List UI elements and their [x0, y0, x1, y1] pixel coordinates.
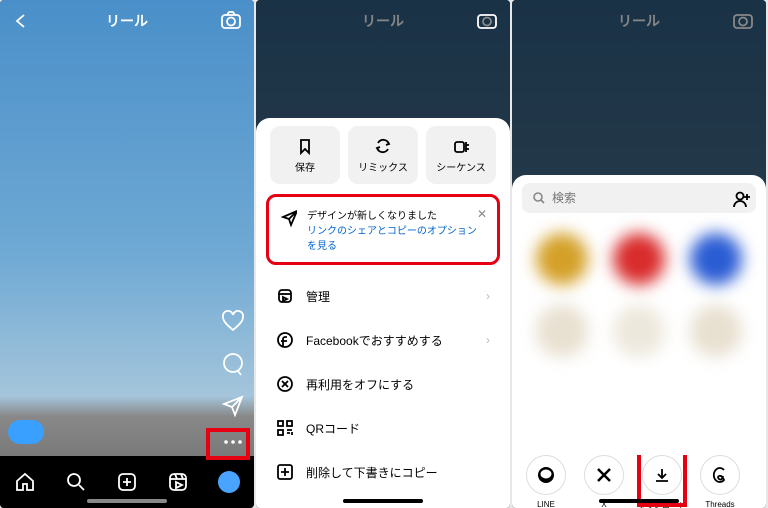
row-label: 削除して下書きにコピー [306, 464, 438, 481]
nav-create[interactable] [116, 471, 138, 493]
camera-button[interactable] [732, 10, 754, 32]
like-button[interactable] [221, 310, 245, 334]
reel-view-screen: リール [0, 0, 254, 508]
search-input[interactable] [552, 191, 746, 205]
nav-profile[interactable] [218, 471, 240, 493]
notice-close-button[interactable]: ✕ [477, 207, 487, 221]
add-people-button[interactable] [732, 189, 752, 209]
back-button[interactable] [12, 12, 30, 30]
share-button[interactable] [221, 394, 245, 418]
page-title: リール [618, 11, 660, 31]
row-label: Facebookでおすすめする [306, 332, 443, 349]
save-button[interactable]: 保存 [270, 126, 340, 184]
page-title: リール [362, 11, 404, 31]
share-whatsapp[interactable]: WhatsA [752, 455, 756, 508]
home-indicator [599, 499, 679, 503]
share-line[interactable]: LINE [520, 455, 572, 508]
comment-button[interactable] [221, 352, 245, 376]
row-manage[interactable]: 管理 › [266, 275, 500, 317]
chevron-right-icon: › [486, 289, 490, 303]
share-threads[interactable]: Threads [694, 455, 746, 508]
share-sheet-screen: リール LINE [512, 0, 766, 508]
row-label: QRコード [306, 420, 360, 437]
camera-button[interactable] [220, 10, 242, 32]
remix-label: リミックス [358, 159, 408, 174]
search-field[interactable] [522, 183, 756, 213]
contacts-grid-blurred [512, 223, 766, 443]
share-bottom-sheet: LINE X ダウンロード Threads WhatsA [512, 175, 766, 508]
share-notice-banner[interactable]: デザインが新しくなりました リンクのシェアとコピーのオプションを見る ✕ [266, 194, 500, 265]
top-bar: リール [512, 0, 766, 42]
nav-search[interactable] [65, 471, 87, 493]
options-bottom-sheet: 保存 リミックス シーケンス デザインが新しくなりました リンクのシェアとコピー… [256, 118, 510, 508]
row-qr-code[interactable]: QRコード [266, 407, 500, 449]
save-label: 保存 [295, 159, 315, 174]
user-tag-pill[interactable] [8, 420, 44, 444]
row-reuse-off[interactable]: 再利用をオフにする [266, 363, 500, 405]
home-indicator [343, 499, 423, 503]
chevron-right-icon: › [486, 333, 490, 347]
nav-home[interactable] [14, 471, 36, 493]
share-label: LINE [537, 500, 555, 508]
sequence-label: シーケンス [436, 159, 486, 174]
camera-button[interactable] [476, 10, 498, 32]
page-title: リール [106, 11, 148, 31]
share-label: Threads [705, 500, 734, 508]
tutorial-highlight [206, 428, 250, 460]
home-indicator [87, 499, 167, 503]
remix-button[interactable]: リミックス [348, 126, 418, 184]
row-label: 再利用をオフにする [306, 376, 414, 393]
sequence-button[interactable]: シーケンス [426, 126, 496, 184]
top-bar: リール [256, 0, 510, 42]
row-fb-recommend[interactable]: Facebookでおすすめする › [266, 319, 500, 361]
row-delete-to-draft[interactable]: 削除して下書きにコピー [266, 451, 500, 493]
notice-line1: デザインが新しくなりました [307, 207, 485, 222]
options-sheet-screen: リール 保存 リミックス シーケンス デザインが新しくなりました リンクのシェ [256, 0, 510, 508]
row-label: 管理 [306, 288, 330, 305]
notice-line2: リンクのシェアとコピーのオプションを見る [307, 222, 485, 252]
top-bar: リール [0, 0, 254, 42]
nav-reels[interactable] [167, 471, 189, 493]
sheet-top-actions: 保存 リミックス シーケンス [266, 126, 500, 184]
